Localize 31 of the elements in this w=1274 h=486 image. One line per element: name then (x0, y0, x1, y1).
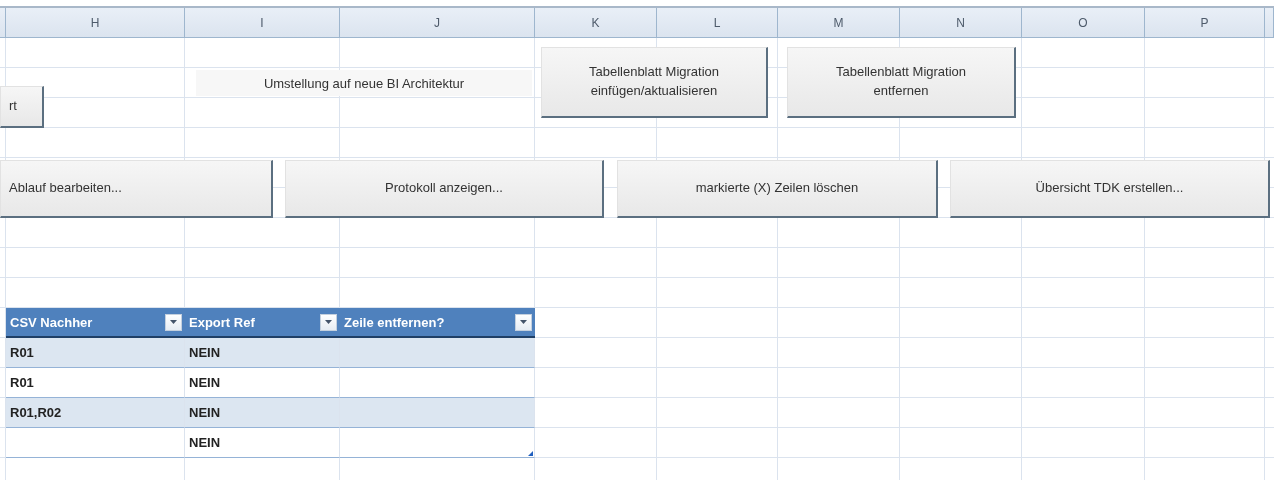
column-header[interactable]: J (340, 8, 535, 38)
filter-button[interactable] (165, 313, 182, 331)
dropdown-arrow-icon (520, 320, 527, 324)
sheet-button[interactable]: Protokoll anzeigen... (285, 160, 604, 218)
header-label: CSV Nachher (10, 314, 93, 330)
sheet-button[interactable]: rt (0, 86, 44, 128)
dropdown-arrow-icon (170, 320, 177, 324)
sheet-button[interactable]: Tabellenblatt Migration entfernen (787, 47, 1016, 118)
table-cell: NEIN (185, 338, 340, 368)
table-cell: NEIN (185, 398, 340, 428)
sheet-button[interactable]: Übersicht TDK erstellen... (950, 160, 1270, 218)
column-header[interactable]: I (185, 8, 340, 38)
sheet-button[interactable]: Ablauf bearbeiten... (0, 160, 273, 218)
sheet-label: Umstellung auf neue BI Architektur (196, 70, 532, 96)
column-header[interactable]: O (1022, 8, 1145, 38)
column-header[interactable]: H (6, 8, 185, 38)
column-header[interactable]: L (657, 8, 778, 38)
column-header[interactable]: N (900, 8, 1022, 38)
dropdown-arrow-icon (325, 320, 332, 324)
column-header[interactable]: P (1145, 8, 1265, 38)
filter-button[interactable] (515, 313, 532, 331)
sheet-button[interactable]: markierte (X) Zeilen löschen (617, 160, 938, 218)
resize-handle-icon (528, 451, 533, 456)
filter-button[interactable] (320, 313, 337, 331)
table-cell: R01 (6, 338, 185, 368)
column-header[interactable]: M (778, 8, 900, 38)
header-label: Export Ref (189, 314, 255, 330)
sheet-button[interactable]: Tabellenblatt Migration einfügen/aktualisieren (541, 47, 768, 118)
header-label: Zeile entfernen? (344, 314, 445, 330)
table-cell: R01,R02 (6, 398, 185, 428)
column-header[interactable]: K (535, 8, 657, 38)
